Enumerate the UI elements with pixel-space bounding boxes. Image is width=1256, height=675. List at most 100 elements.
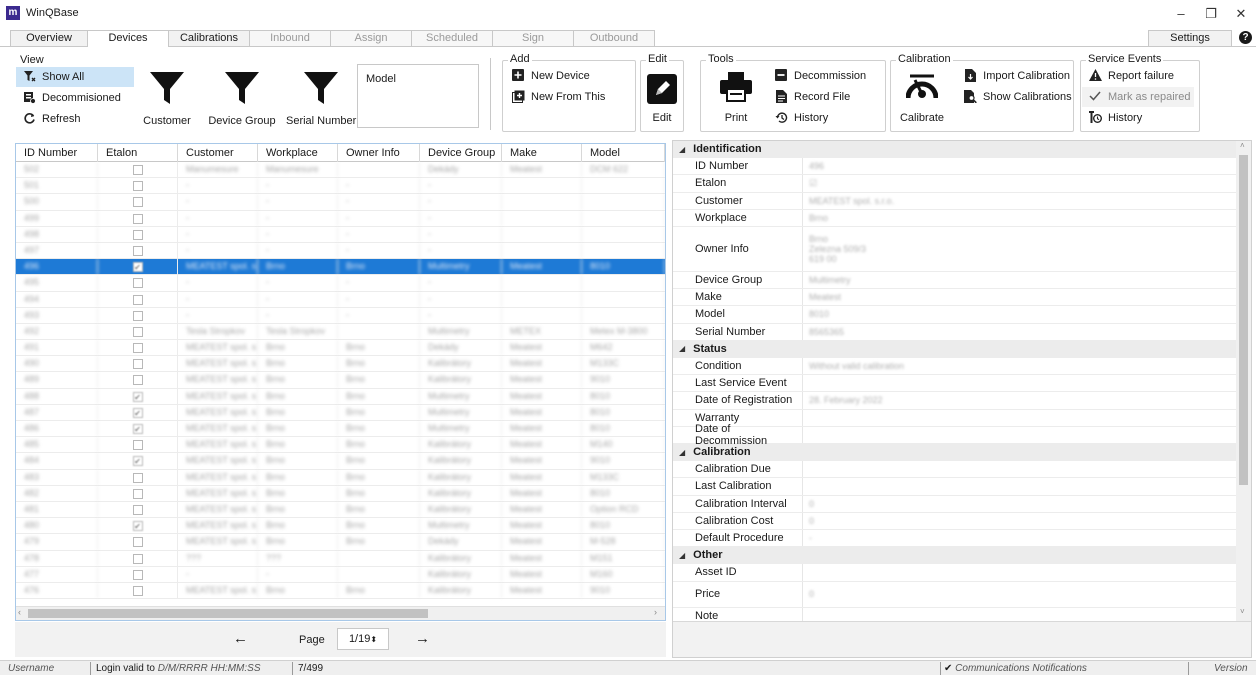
- show-calibrations-button[interactable]: Show Calibrations: [958, 87, 1072, 107]
- service-history-button[interactable]: History: [1082, 108, 1194, 128]
- notifications-status[interactable]: ✔ Communications Notifications: [944, 663, 1087, 674]
- column-header[interactable]: Make: [502, 144, 582, 162]
- page-stepper[interactable]: 1/19⬍: [337, 628, 389, 650]
- property-value[interactable]: [803, 427, 1236, 443]
- column-header[interactable]: Etalon: [98, 144, 178, 162]
- table-row[interactable]: 476 MEATEST spol. s.r. Brno Brno Kalibrátory…: [16, 582, 665, 600]
- table-row[interactable]: 489 MEATEST spol. s.r. Brno Brno Kalibrátory…: [16, 372, 665, 389]
- table-row[interactable]: 485 MEATEST spol. s.r. Brno Brno Kalibrátory…: [16, 437, 665, 454]
- column-header[interactable]: Customer: [178, 144, 258, 162]
- property-category[interactable]: ◢ Identification: [673, 141, 1236, 159]
- collapse-icon[interactable]: ◢: [679, 448, 685, 457]
- property-value[interactable]: [803, 478, 1236, 494]
- table-row[interactable]: 500- - - -: [16, 194, 665, 211]
- table-row[interactable]: 490 MEATEST spol. s.r. Brno Brno Kalibrátory…: [16, 356, 665, 373]
- minimize-button[interactable]: –: [1166, 4, 1196, 24]
- table-row[interactable]: 495- - - -: [16, 275, 665, 292]
- properties-scrollbar[interactable]: ˄ ˅: [1236, 141, 1251, 621]
- tab-assign[interactable]: Assign: [330, 30, 412, 46]
- property-value[interactable]: 28. February 2022: [803, 392, 1236, 408]
- record-file-button[interactable]: Record File: [768, 87, 880, 107]
- property-value[interactable]: 0: [803, 496, 1236, 512]
- table-row[interactable]: 491 MEATEST spol. s.r. Brno Brno Dekády Meate…: [16, 340, 665, 357]
- property-category-header[interactable]: ◢ Identification: [673, 141, 1236, 157]
- property-category-header[interactable]: ◢ Calibration: [673, 444, 1236, 460]
- table-row[interactable]: 481 MEATEST spol. s.r. Brno Brno Kalibrátory…: [16, 501, 665, 519]
- devices-grid[interactable]: ID Number Etalon Customer Workplace Owner In…: [15, 143, 666, 621]
- column-header[interactable]: ID Number: [16, 144, 98, 162]
- property-value[interactable]: 496: [803, 158, 1236, 174]
- filter-device-group-button[interactable]: Device Group: [206, 65, 278, 133]
- property-category[interactable]: ◢ Calibration: [673, 444, 1236, 462]
- table-row[interactable]: 477 - - Kalibrátory Meatest M160: [16, 566, 665, 583]
- tab-sign[interactable]: Sign: [492, 30, 574, 46]
- refresh-button[interactable]: Refresh: [16, 109, 134, 129]
- table-row[interactable]: 483 MEATEST spol. s.r. Brno Brno Kalibrátory…: [16, 469, 665, 486]
- property-value[interactable]: Brno: [803, 210, 1236, 226]
- property-value[interactable]: [803, 375, 1236, 391]
- close-button[interactable]: ✕: [1226, 4, 1256, 24]
- scroll-up-icon[interactable]: ˄: [1240, 141, 1245, 150]
- edit-button[interactable]: Edit: [643, 68, 681, 126]
- horizontal-scrollbar[interactable]: ‹ ›: [16, 606, 665, 620]
- next-page-icon[interactable]: →: [415, 630, 430, 647]
- scroll-down-icon[interactable]: ˅: [1240, 607, 1245, 616]
- property-value[interactable]: Without valid calibration: [803, 358, 1236, 374]
- mark-as-repaired-button[interactable]: Mark as repaired: [1082, 87, 1194, 107]
- property-value[interactable]: 8010: [803, 306, 1236, 322]
- property-value[interactable]: ☑: [803, 175, 1236, 191]
- maximize-button[interactable]: ❐: [1196, 4, 1226, 24]
- table-row[interactable]: 484 ✔ MEATEST spol. s.r. Brno Brno Kalibrátor…: [16, 453, 665, 470]
- collapse-icon[interactable]: ◢: [679, 551, 685, 560]
- tab-overview[interactable]: Overview: [10, 30, 88, 46]
- new-device-button[interactable]: New Device: [505, 66, 625, 86]
- tab-scheduled[interactable]: Scheduled: [411, 30, 493, 46]
- table-row[interactable]: 478?????? Kalibrátory Meatest M151: [16, 550, 665, 567]
- property-value[interactable]: [803, 564, 1236, 580]
- spin-icon[interactable]: ⬍: [370, 635, 377, 644]
- show-all-button[interactable]: Show All: [16, 67, 134, 87]
- property-value[interactable]: 0: [803, 582, 1236, 607]
- decommissioned-button[interactable]: Decommisioned: [16, 88, 134, 108]
- filter-customer-button[interactable]: Customer: [140, 65, 194, 133]
- previous-page-icon[interactable]: ←: [233, 630, 248, 647]
- table-row[interactable]: 499- - - -: [16, 210, 665, 227]
- property-value[interactable]: -: [803, 530, 1236, 546]
- scrollbar-thumb[interactable]: [28, 609, 428, 618]
- property-value[interactable]: Meatest: [803, 289, 1236, 305]
- tab-devices[interactable]: Devices: [87, 30, 169, 47]
- table-row[interactable]: 492 Tesla Stropkov Tesla Stropkov Multimetr…: [16, 323, 665, 341]
- property-category-header[interactable]: ◢ Other: [673, 547, 1236, 563]
- model-filter-box[interactable]: Model: [357, 64, 479, 128]
- new-from-this-button[interactable]: New From This: [505, 87, 625, 107]
- property-value[interactable]: Multimetry: [803, 272, 1236, 288]
- scroll-left-icon[interactable]: ‹: [18, 607, 21, 617]
- property-value[interactable]: 8565365: [803, 324, 1236, 340]
- tab-calibrations[interactable]: Calibrations: [168, 30, 250, 46]
- table-row[interactable]: 494- - - -: [16, 291, 665, 308]
- table-row[interactable]: 480 ✔ MEATEST spol. s.r. Brno Brno Multimetry…: [16, 518, 665, 535]
- property-value[interactable]: [803, 461, 1236, 477]
- property-value[interactable]: [803, 410, 1236, 426]
- property-value[interactable]: 0: [803, 513, 1236, 529]
- decommission-button[interactable]: Decommission: [768, 66, 880, 86]
- table-row[interactable]: 498- - - -: [16, 226, 665, 243]
- property-value[interactable]: Brno Zelezna 509/3 619 00: [803, 227, 1236, 271]
- column-header[interactable]: Owner Info: [338, 144, 420, 162]
- table-row[interactable]: 502 Manumesure Manumesure Dekády Meatest DCM …: [16, 162, 665, 179]
- table-row[interactable]: 488 ✔ MEATEST spol. s.r. Brno Brno Multimetry…: [16, 388, 665, 405]
- property-value[interactable]: MEATEST spol. s.r.o.: [803, 193, 1236, 209]
- column-header[interactable]: Workplace: [258, 144, 338, 162]
- help-icon[interactable]: ?: [1239, 31, 1252, 44]
- report-failure-button[interactable]: Report failure: [1082, 66, 1194, 86]
- table-row[interactable]: 487 ✔ MEATEST spol. s.r. Brno Brno Multimetry…: [16, 404, 665, 421]
- table-row[interactable]: 486 ✔ MEATEST spol. s.r. Brno Brno Multimetry…: [16, 421, 665, 438]
- table-row[interactable]: 493- - - -: [16, 307, 665, 324]
- scroll-right-icon[interactable]: ›: [654, 607, 657, 617]
- tab-outbound[interactable]: Outbound: [573, 30, 655, 46]
- column-header[interactable]: Device Group: [420, 144, 502, 162]
- property-category[interactable]: ◢ Other: [673, 547, 1236, 565]
- table-row[interactable]: 496 ✔ MEATEST spol. s.r. Brno Brno Multimetry…: [16, 259, 665, 276]
- import-calibration-button[interactable]: Import Calibration: [958, 66, 1070, 86]
- column-header[interactable]: Model: [582, 144, 665, 162]
